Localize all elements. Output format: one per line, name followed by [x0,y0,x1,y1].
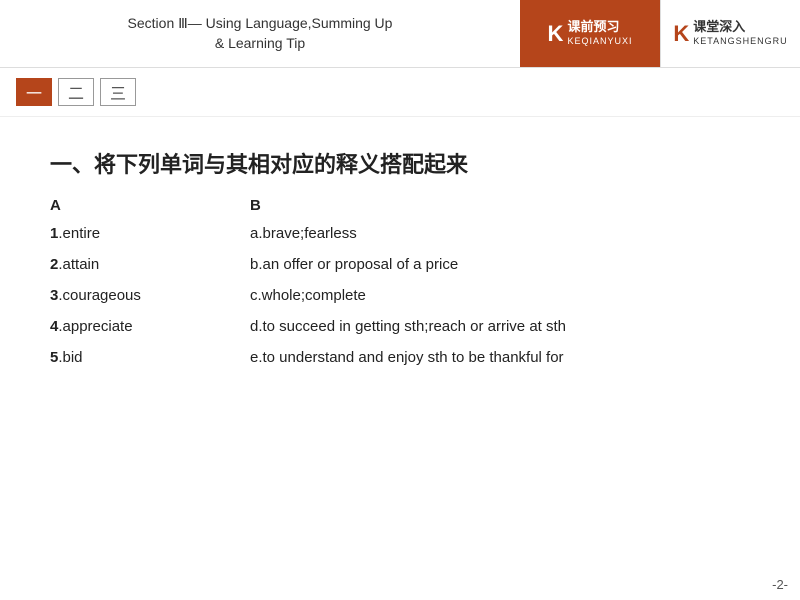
word-text: .courageous [58,287,141,304]
keqianyuxi-button[interactable]: K 课前预习 KEQIANYUXI [520,0,660,67]
word-definition: b.an offer or proposal of a price [250,251,458,278]
title-line2: & Learning Tip [128,34,393,54]
word-left: 2.attain [50,251,250,278]
tab-2[interactable]: 二 [58,78,94,106]
page-number: -2- [772,577,788,592]
table-row: 3.courageous c.whole;complete [50,282,750,309]
tab-3[interactable]: 三 [100,78,136,106]
word-text: .entire [58,225,100,242]
word-definition: a.brave;fearless [250,220,357,247]
table-row: 5.bid e.to understand and enjoy sth to b… [50,344,750,371]
word-text: .bid [58,349,82,366]
table-row: 2.attain b.an offer or proposal of a pri… [50,251,750,278]
title-line1: Section Ⅲ— Using Language,Summing Up [128,14,393,34]
word-text: .appreciate [58,318,132,335]
word-text: .attain [58,256,99,273]
word-definition: e.to understand and enjoy sth to be than… [250,344,564,371]
tab-1[interactable]: 一 [16,78,52,106]
header-title: Section Ⅲ— Using Language,Summing Up & L… [0,0,520,67]
col-a-header: A [50,197,250,214]
k-icon-2: K [673,21,689,47]
word-left: 4.appreciate [50,313,250,340]
section-title: 一、将下列单词与其相对应的释义搭配起来 [50,147,750,179]
word-definition: c.whole;complete [250,282,366,309]
table-row: 1.entire a.brave;fearless [50,220,750,247]
btn2-label-top: 课堂深入 [693,19,787,36]
main-content: 一、将下列单词与其相对应的释义搭配起来 A B 1.entire a.brave… [0,117,800,395]
word-table: 1.entire a.brave;fearless 2.attain b.an … [50,220,750,371]
tab-bar: 一 二 三 [0,68,800,117]
word-left: 3.courageous [50,282,250,309]
word-left: 1.entire [50,220,250,247]
table-row: 4.appreciate d.to succeed in getting sth… [50,313,750,340]
k-icon-1: K [548,21,564,47]
btn1-text: 课前预习 KEQIANYUXI [567,19,632,48]
btn2-text: 课堂深入 KETANGSHENGRU [693,19,787,48]
word-left: 5.bid [50,344,250,371]
ketangshengru-button[interactable]: K 课堂深入 KETANGSHENGRU [660,0,800,67]
header: Section Ⅲ— Using Language,Summing Up & L… [0,0,800,68]
column-headers: A B [50,197,750,214]
btn2-label-bottom: KETANGSHENGRU [693,36,787,48]
btn1-label-top: 课前预习 [567,19,632,36]
col-b-header: B [250,197,261,214]
btn1-label-bottom: KEQIANYUXI [567,36,632,48]
word-definition: d.to succeed in getting sth;reach or arr… [250,313,566,340]
